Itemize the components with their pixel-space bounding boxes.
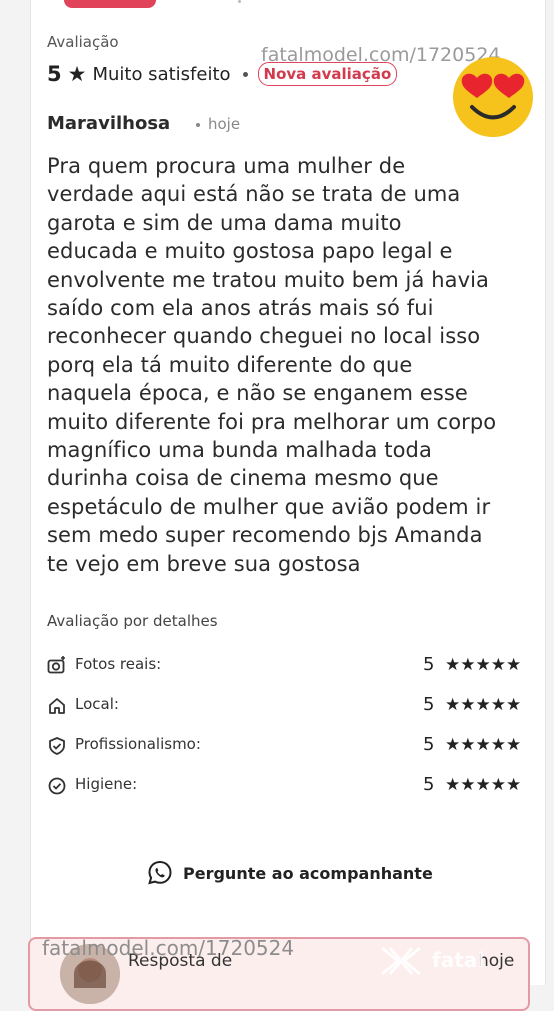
watermark-bottom: fatalmodel.com/1720524 xyxy=(42,936,295,960)
review-line: Pra quem procura uma mulher de xyxy=(47,154,406,178)
camera-icon xyxy=(47,656,65,674)
check-circle-icon xyxy=(48,777,66,795)
detail-row-fotos-reais: Fotos reais: 5 ★★★★★ xyxy=(47,654,529,678)
bullet-separator xyxy=(242,71,248,77)
review-line: reconhecer quando cheguei no local isso xyxy=(47,324,481,349)
review-line: espetáculo de mulher que avião podem ir xyxy=(47,494,491,519)
logo-text: fatal xyxy=(432,948,485,972)
detail-stars: ★★★★★ xyxy=(445,735,522,755)
top-action-button[interactable] xyxy=(64,0,156,8)
detail-stars: ★★★★★ xyxy=(445,695,522,715)
detail-value: 5 xyxy=(423,734,435,755)
detail-label: Fotos reais: xyxy=(75,655,162,673)
detail-label: Profissionalismo: xyxy=(75,735,201,753)
detail-label: Local: xyxy=(75,695,119,713)
review-line: te vejo em breve sua gostosa xyxy=(47,551,361,576)
divider-dot xyxy=(238,0,241,3)
bullet-separator xyxy=(196,123,200,127)
home-icon xyxy=(49,698,65,714)
review-line: verdade aqui está não se trata de uma xyxy=(47,182,461,207)
review-line: porq ela tá muito diferente do que xyxy=(47,352,413,377)
review-line: educada e muito gostosa papo legal e xyxy=(47,239,453,264)
review-line: saído com ela anos atrás mais só fui xyxy=(47,296,434,321)
section-label: Avaliação xyxy=(47,33,119,51)
detail-value: 5 xyxy=(423,654,435,675)
ask-companion-label: Pergunte ao acompanhante xyxy=(183,863,433,883)
detail-row-higiene: Higiene: 5 ★★★★★ xyxy=(47,774,529,798)
star-icon: ★ xyxy=(67,62,87,86)
review-line: envolvente me tratou muito bem já havia xyxy=(47,267,490,292)
review-time: hoje xyxy=(208,115,241,133)
detail-stars: ★★★★★ xyxy=(445,655,522,675)
detail-value: 5 xyxy=(423,694,435,715)
review-line: garota e sim de uma dama muito xyxy=(47,210,402,235)
detail-row-profissionalismo: Profissionalismo: 5 ★★★★★ xyxy=(47,734,529,758)
rating-score: 5 xyxy=(47,62,62,86)
heart-eyes-emoji-icon xyxy=(453,57,533,137)
review-author: Maravilhosa xyxy=(47,113,171,134)
review-line: durinha coisa de cinema mesmo que xyxy=(47,466,439,491)
review-line: naquela época, e não se enganem esse xyxy=(47,381,468,406)
detail-label: Higiene: xyxy=(75,775,138,793)
satisfaction-label: Muito satisfeito xyxy=(92,63,231,85)
details-title: Avaliação por detalhes xyxy=(47,612,218,630)
shield-check-icon xyxy=(49,737,65,755)
detail-row-local: Local: 5 ★★★★★ xyxy=(47,694,529,718)
ask-companion-button[interactable]: Pergunte ao acompanhante xyxy=(147,860,433,886)
detail-value: 5 xyxy=(423,774,435,795)
review-line: muito diferente foi pra melhorar um corp… xyxy=(47,409,497,434)
review-line: magnífico uma bunda malhada toda xyxy=(47,438,432,463)
review-text: Pra quem procura uma mulher de verdade a… xyxy=(47,152,537,578)
detail-stars: ★★★★★ xyxy=(445,775,522,795)
review-line: sem medo super recomendo bjs Amanda xyxy=(47,523,483,548)
whatsapp-icon xyxy=(148,860,172,885)
logo-mark-icon xyxy=(381,946,421,976)
